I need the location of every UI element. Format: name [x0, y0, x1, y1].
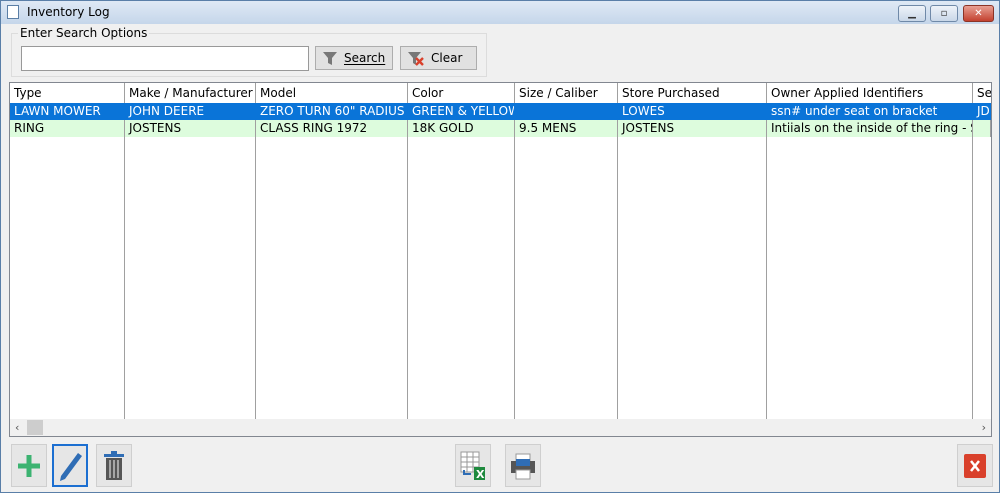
cell-color: 18K GOLD	[408, 120, 515, 137]
restore-button[interactable]: ▫	[930, 5, 958, 22]
cell-model: ZERO TURN 60" RADIUS	[260, 104, 405, 118]
search-label: Search	[344, 51, 386, 65]
minimize-button[interactable]: ▁	[898, 5, 926, 22]
cell-type: RING	[10, 120, 125, 137]
delete-button[interactable]	[96, 444, 132, 487]
column-divider	[255, 137, 256, 419]
title-bar: Inventory Log ▁ ▫ ✕	[1, 1, 999, 24]
cell-store: LOWES	[622, 104, 665, 118]
search-input[interactable]	[21, 46, 309, 71]
column-header-type[interactable]: Type	[10, 83, 125, 103]
column-header-serial[interactable]: Se	[973, 83, 991, 103]
table-header: Type Make / Manufacturer Model Color Siz…	[10, 83, 991, 103]
column-header-color[interactable]: Color	[408, 83, 515, 103]
print-button[interactable]	[505, 444, 541, 487]
cell-identifiers: Intiials on the inside of the ring - S.C	[767, 120, 973, 137]
search-button[interactable]: Search	[315, 46, 393, 70]
column-header-size[interactable]: Size / Caliber	[515, 83, 618, 103]
column-header-store[interactable]: Store Purchased	[618, 83, 767, 103]
column-divider	[766, 137, 767, 419]
edit-button[interactable]	[52, 444, 88, 487]
column-divider	[124, 137, 125, 419]
clear-filter-icon	[408, 52, 424, 66]
close-icon	[964, 453, 986, 478]
cell-type: LAWN MOWER	[14, 104, 101, 118]
cell-identifiers: ssn# under seat on bracket	[771, 104, 938, 118]
cell-make: JOHN DEERE	[129, 104, 205, 118]
column-divider	[407, 137, 408, 419]
funnel-icon	[323, 52, 337, 65]
column-divider	[514, 137, 515, 419]
add-button[interactable]	[11, 444, 47, 487]
cell-color: GREEN & YELLOW	[412, 104, 515, 118]
export-excel-button[interactable]: X	[455, 444, 491, 487]
scroll-left-icon[interactable]: ‹	[15, 419, 19, 436]
cell-size	[515, 103, 618, 120]
column-divider	[972, 137, 973, 419]
plus-icon	[18, 454, 40, 477]
inventory-log-window: Inventory Log ▁ ▫ ✕ Enter Search Options…	[0, 0, 1000, 493]
column-header-make[interactable]: Make / Manufacturer	[125, 83, 256, 103]
table-row[interactable]: RING JOSTENS CLASS RING 1972 18K GOLD 9.…	[10, 120, 991, 137]
clipboard-icon	[7, 5, 19, 19]
cell-model: CLASS RING 1972	[256, 120, 408, 137]
column-header-model[interactable]: Model	[256, 83, 408, 103]
close-button[interactable]	[957, 444, 993, 487]
printer-icon	[511, 453, 535, 479]
scroll-right-icon[interactable]: ›	[982, 419, 986, 436]
window-title: Inventory Log	[27, 5, 110, 19]
cell-serial	[973, 120, 991, 137]
close-window-button[interactable]: ✕	[963, 5, 994, 22]
cell-make: JOSTENS	[125, 120, 256, 137]
scrollbar-thumb[interactable]	[27, 420, 43, 435]
inventory-table: Type Make / Manufacturer Model Color Siz…	[9, 82, 992, 437]
clear-label: Clear	[431, 51, 463, 65]
column-header-identifiers[interactable]: Owner Applied Identifiers	[767, 83, 973, 103]
svg-text:X: X	[476, 468, 485, 481]
excel-export-icon: X	[460, 451, 485, 481]
search-options-label: Enter Search Options	[18, 26, 150, 40]
table-row[interactable]: LAWN MOWER JOHN DEERE ZERO TURN 60" RADI…	[10, 103, 991, 120]
cell-serial: JD	[977, 104, 990, 118]
cell-size: 9.5 MENS	[515, 120, 618, 137]
horizontal-scrollbar[interactable]: ‹ ›	[10, 419, 991, 436]
column-divider	[617, 137, 618, 419]
pencil-icon	[60, 452, 82, 481]
trash-icon	[104, 450, 124, 480]
clear-button[interactable]: Clear	[400, 46, 477, 70]
cell-store: JOSTENS	[618, 120, 767, 137]
